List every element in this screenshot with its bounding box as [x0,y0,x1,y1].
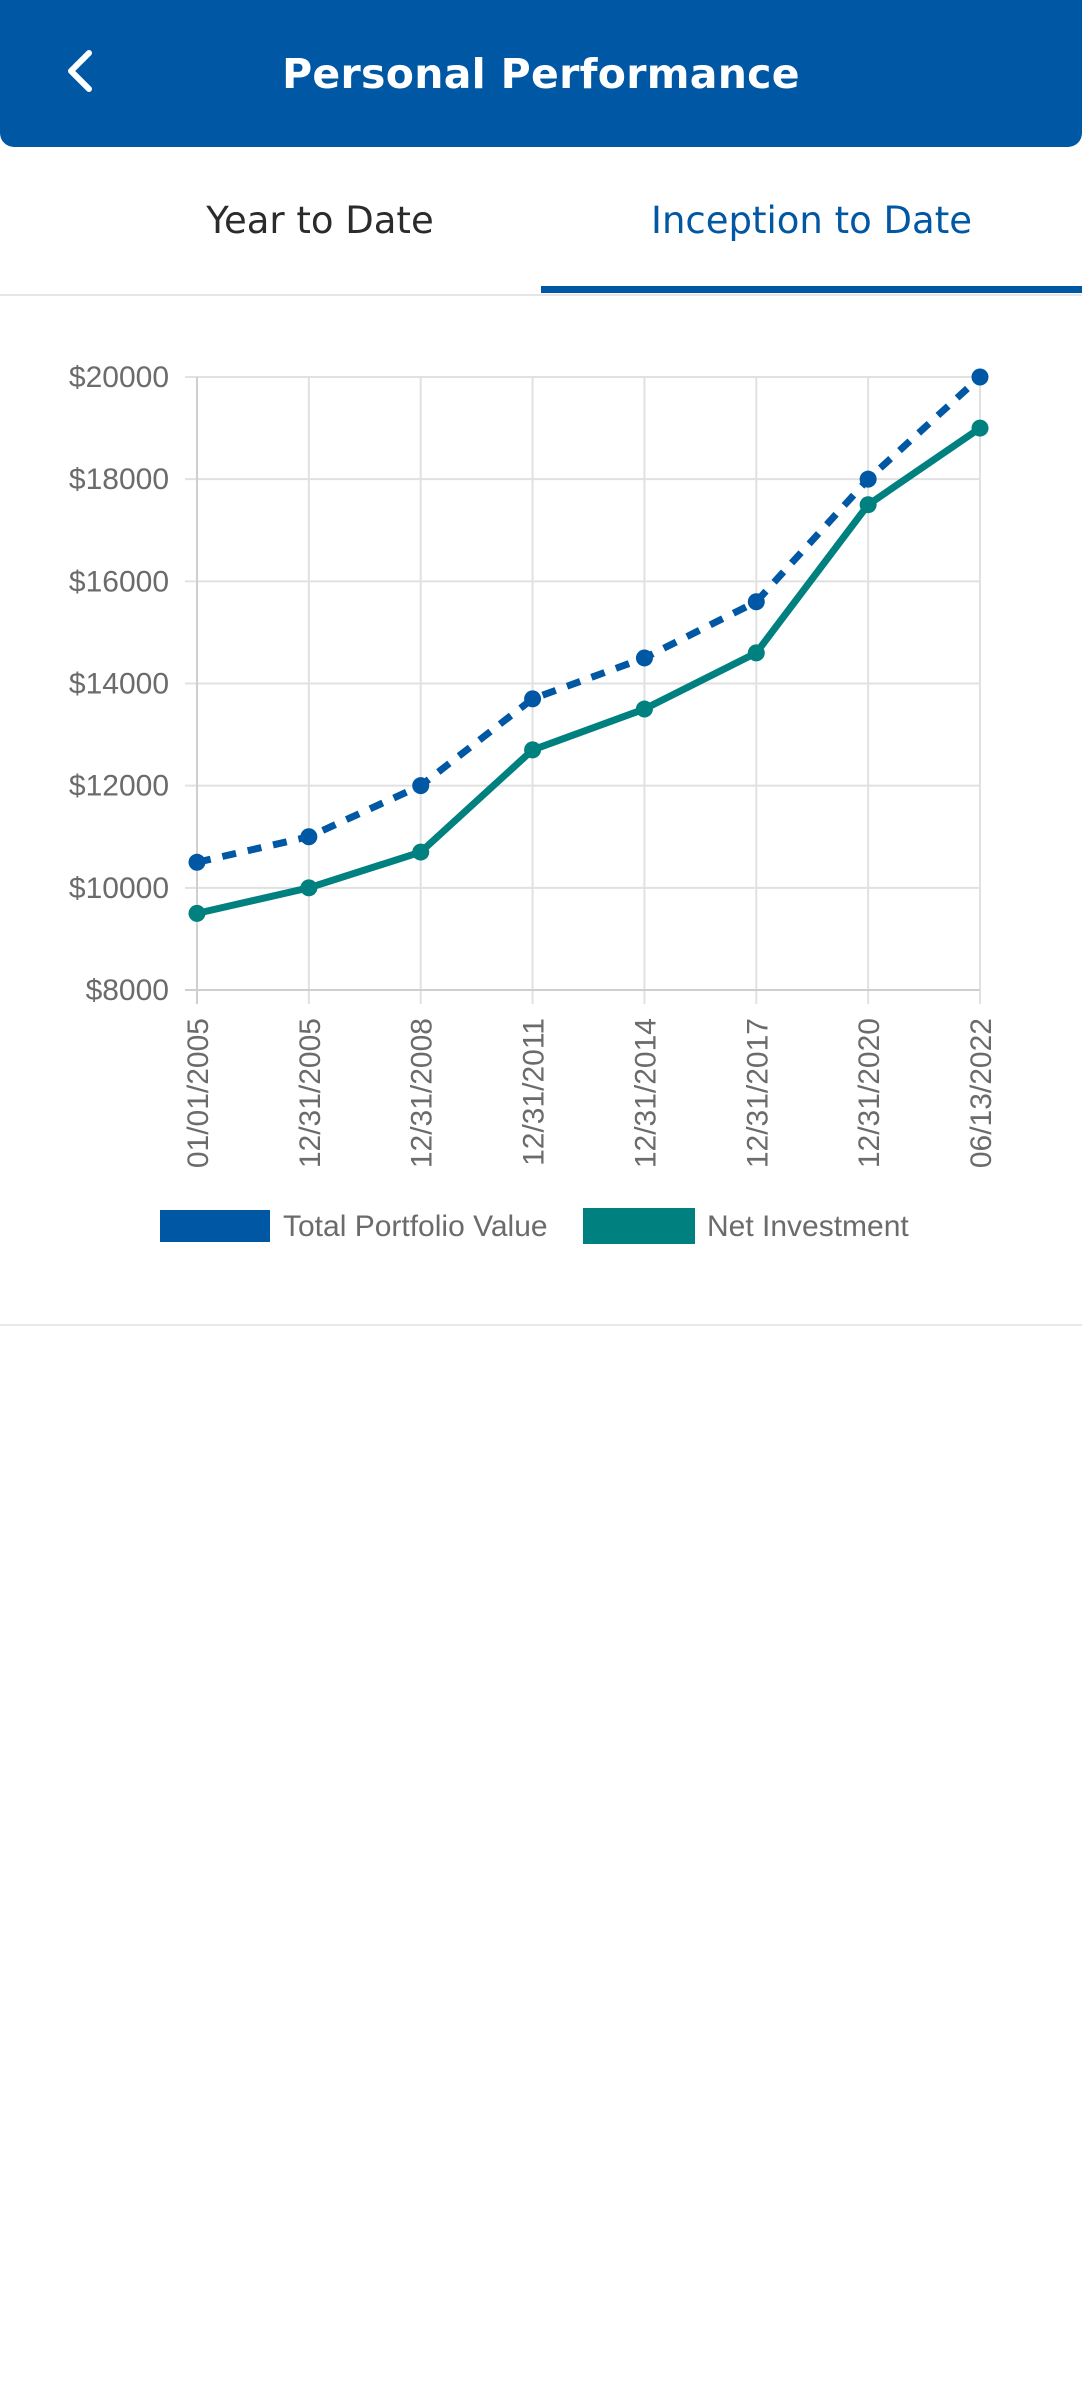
data-point [859,496,877,514]
data-point [747,593,765,611]
back-button[interactable] [48,40,114,106]
x-tick-label: 12/31/2011 [518,1018,551,1166]
data-point [412,777,430,795]
y-tick-label: $16000 [69,565,169,598]
x-tick-label: 12/31/2008 [406,1018,439,1168]
x-tick-label: 12/31/2020 [853,1018,886,1168]
y-tick-label: $8000 [86,974,169,1007]
app-bar: Personal Performance [0,0,1082,147]
x-tick-label: 12/31/2005 [294,1018,327,1168]
x-tick-label: 12/31/2014 [629,1018,662,1168]
y-tick-label: $18000 [69,463,169,496]
data-point [635,700,653,718]
data-point [524,741,542,759]
y-tick-label: $12000 [69,770,169,803]
x-tick-label: 01/01/2005 [182,1018,215,1168]
performance-chart: $8000 $10000 $12000 $14000 $16000 $18000 $2000… [0,294,1082,1324]
section-divider [0,1324,1082,1326]
y-tick-label: $14000 [69,668,169,701]
data-point [635,649,653,667]
active-tab-indicator [541,286,1082,293]
tab-bar: Year to Date Inception to Date [0,147,1082,296]
data-point [412,843,430,861]
performance-line-chart: $8000 $10000 $12000 $14000 $16000 $18000 $2000… [69,361,998,1246]
x-tick-label: 12/31/2017 [741,1018,774,1168]
legend-swatch-net-investment [583,1208,695,1244]
data-point [971,419,989,437]
page-title: Personal Performance [282,49,800,98]
data-point [859,470,877,488]
data-point [300,828,318,846]
data-point [300,879,318,897]
x-tick-label: 06/13/2022 [965,1018,998,1168]
chevron-left-icon [61,47,101,99]
tab-year-to-date[interactable]: Year to Date [100,147,540,294]
legend-swatch-total-portfolio-value [160,1206,270,1246]
tab-inception-to-date[interactable]: Inception to Date [541,147,1082,294]
y-tick-label: $20000 [69,361,169,394]
series-line-total-portfolio-value [196,374,983,866]
y-tick-label: $10000 [69,872,169,905]
data-point [188,904,206,922]
legend-label-total-portfolio-value: Total Portfolio Value [283,1210,548,1243]
data-point [188,853,206,871]
data-point [747,644,765,662]
data-point [971,368,989,386]
legend-label-net-investment: Net Investment [707,1210,909,1243]
data-point [524,690,542,708]
